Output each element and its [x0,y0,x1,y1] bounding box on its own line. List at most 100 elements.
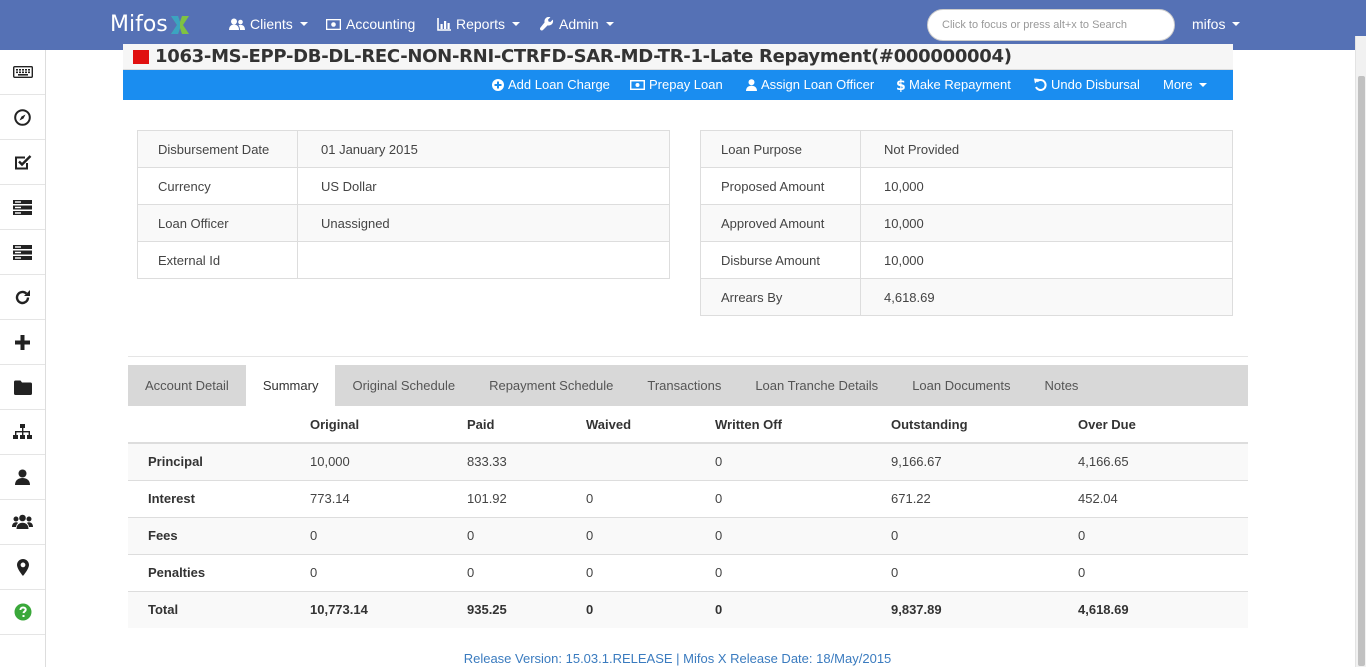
column-header: Original [310,406,467,444]
table-cell: 0 [310,553,467,591]
dollar-icon: $ [896,78,905,92]
loan-tabs: Account Detail Summary Original Schedule… [128,365,1248,406]
tab-original-schedule[interactable]: Original Schedule [335,365,472,406]
detail-row: Arrears By 4,618.69 [700,278,1233,316]
table-cell: 10,000 [310,442,467,480]
sidebar-navigation[interactable] [0,95,45,140]
tab-loan-tranche-details[interactable]: Loan Tranche Details [738,365,895,406]
table-row: Fees 0 0 0 0 0 0 [128,516,1248,554]
detail-label: Disburse Amount [700,241,861,279]
loan-details-left: Disbursement Date 01 January 2015 Currenc… [137,130,670,279]
detail-label: External Id [137,241,298,279]
sidebar-keyboard-shortcuts[interactable] [0,50,45,95]
search-input[interactable] [942,19,1160,31]
brand-logo[interactable]: Mifos [110,12,190,37]
make-repayment-button[interactable]: $ Make Repayment [896,77,1011,92]
detail-value: Unassigned [297,204,670,242]
add-loan-charge-label: Add Loan Charge [508,77,610,92]
tab-notes[interactable]: Notes [1027,365,1095,406]
user-icon [746,78,757,91]
plus-icon [15,334,30,350]
chevron-down-icon [512,22,521,26]
sidebar-tasks[interactable] [0,185,45,230]
user-menu[interactable]: mifos [1192,16,1241,32]
sidebar-offices[interactable] [0,545,45,590]
tab-transactions[interactable]: Transactions [630,365,738,406]
sidebar-organization[interactable] [0,410,45,455]
help-icon [14,603,31,621]
undo-icon [1034,78,1047,91]
loan-status-indicator [133,49,149,64]
table-cell: 0 [715,516,891,554]
sidebar-groups[interactable] [0,500,45,545]
nav-clients-label: Clients [250,16,293,32]
prepay-loan-button[interactable]: Prepay Loan [630,77,723,92]
table-cell: 9,837.89 [891,590,1078,628]
nav-admin[interactable]: Admin [540,16,614,32]
page-scrollbar[interactable] [1355,36,1366,667]
undo-disbursal-label: Undo Disbursal [1051,77,1140,92]
sidebar-clients[interactable] [0,455,45,500]
table-cell: 0 [1078,516,1248,554]
scrollbar-thumb[interactable] [1358,76,1365,666]
sidebar-checker[interactable] [0,140,45,185]
nav-reports[interactable]: Reports [437,16,521,32]
tab-repayment-schedule[interactable]: Repayment Schedule [472,365,630,406]
table-cell: 0 [715,553,891,591]
loan-action-bar: Add Loan Charge Prepay Loan Assign Loan … [123,70,1233,100]
more-actions-button[interactable]: More [1163,77,1207,92]
undo-disbursal-button[interactable]: Undo Disbursal [1034,77,1140,92]
table-cell: 0 [586,479,715,517]
nav-reports-label: Reports [456,16,506,32]
row-label: Interest [128,479,310,517]
sidebar-collections[interactable] [0,230,45,275]
add-loan-charge-button[interactable]: Add Loan Charge [492,77,610,92]
sidebar-create[interactable] [0,320,45,365]
table-total-row: Total 10,773.14 935.25 0 0 9,837.89 4,61… [128,590,1248,628]
caret-down-icon [1198,82,1207,87]
make-repayment-label: Make Repayment [909,77,1011,92]
loan-summary-table: Original Paid Waived Written Off Outstan… [128,406,1248,628]
server-icon [13,244,32,260]
sidebar-refresh[interactable] [0,275,45,320]
detail-value: US Dollar [297,167,670,205]
tab-loan-documents[interactable]: Loan Documents [895,365,1027,406]
detail-row: Loan Officer Unassigned [137,204,670,242]
sidebar-documents[interactable] [0,365,45,410]
detail-label: Approved Amount [700,204,861,242]
bar-chart-icon [437,17,451,31]
detail-label: Loan Purpose [700,130,861,168]
table-cell: 0 [891,516,1078,554]
detail-value: Not Provided [860,130,1233,168]
detail-label: Loan Officer [137,204,298,242]
chevron-down-icon [605,22,614,26]
left-sidebar [0,50,46,667]
tab-summary[interactable]: Summary [245,365,336,406]
tab-account-detail[interactable]: Account Detail [128,365,246,406]
global-search[interactable] [927,9,1175,41]
table-cell: 9,166.67 [891,442,1078,480]
table-cell: 833.33 [467,442,586,480]
release-info: Release Version: 15.03.1.RELEASE | Mifos… [463,651,892,666]
row-label: Fees [128,516,310,554]
table-cell: 0 [891,553,1078,591]
detail-row: Disburse Amount 10,000 [700,241,1233,279]
chevron-down-icon [299,22,308,26]
assign-loan-officer-label: Assign Loan Officer [761,77,875,92]
detail-row: External Id [137,241,670,279]
table-cell: 0 [715,479,891,517]
table-cell [586,442,715,480]
detail-label: Disbursement Date [137,130,298,168]
table-header-row: Original Paid Waived Written Off Outstan… [128,406,1248,444]
loan-header: 1063-MS-EPP-DB-DL-REC-NON-RNI-CTRFD-SAR-… [123,44,1233,70]
sidebar-help[interactable] [0,590,45,635]
table-cell: 671.22 [891,479,1078,517]
assign-loan-officer-button[interactable]: Assign Loan Officer [746,77,874,92]
nav-accounting[interactable]: Accounting [326,16,415,32]
table-cell: 10,773.14 [310,590,467,628]
column-header: Written Off [715,406,891,444]
table-cell: 0 [1078,553,1248,591]
table-cell: 773.14 [310,479,467,517]
nav-clients[interactable]: Clients [229,16,308,32]
mifos-x-logo-icon [170,14,190,36]
